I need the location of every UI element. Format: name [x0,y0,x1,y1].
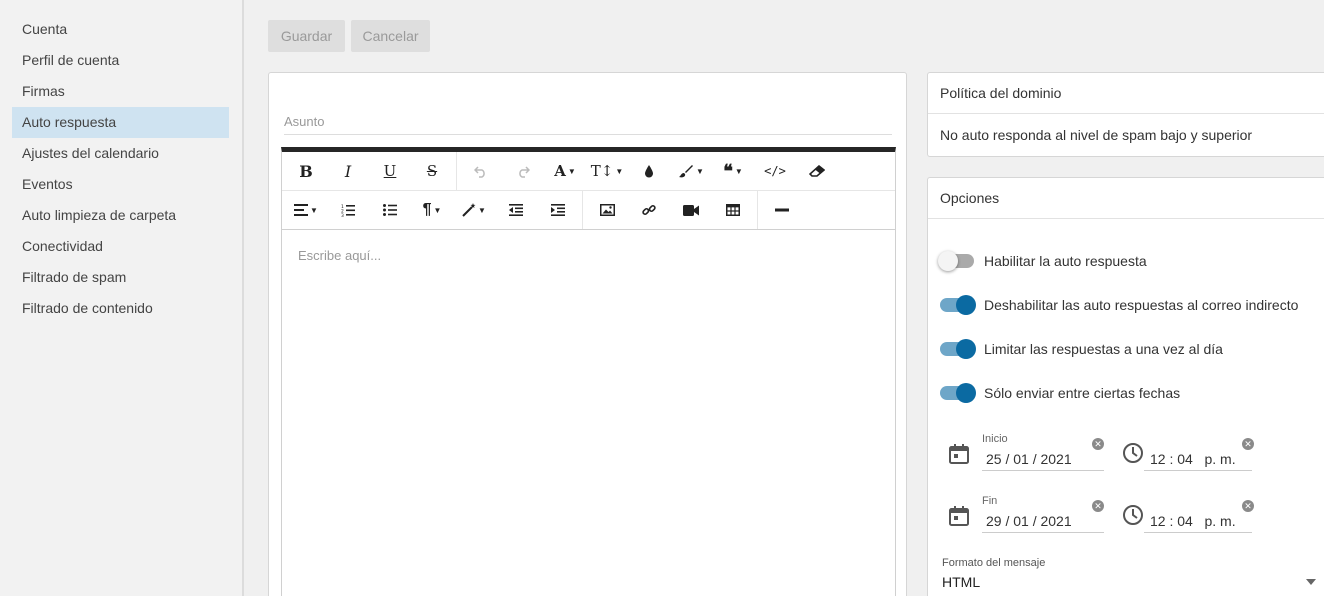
toolbar-separator [582,191,583,229]
ordered-list-icon[interactable]: 123 [327,193,369,227]
strikethrough-icon[interactable]: S [411,154,453,188]
sidebar-item-auto-respuesta[interactable]: Auto respuesta [12,107,229,138]
sidebar-item-cuenta[interactable]: Cuenta [12,14,229,45]
link-icon[interactable] [628,193,670,227]
start-label: Inicio [982,433,1008,445]
svg-text:3: 3 [341,213,344,217]
end-time-input[interactable]: 12 : 04 p. m. [1144,509,1252,533]
underline-icon[interactable]: U [369,154,411,188]
unordered-list-icon[interactable] [369,193,411,227]
subject-input[interactable]: Asunto [284,111,892,135]
color-icon[interactable] [628,154,670,188]
editor-toolbar-row-1: B I U S A ▼ T↕ ▼ ▼ ❝ ▼ </> [282,152,895,191]
align-icon[interactable]: ▼ [285,193,327,227]
options-panel: Opciones Habilitar la auto respuesta Des… [927,177,1324,596]
toolbar-separator [757,191,758,229]
undo-icon[interactable] [460,154,502,188]
toolbar-separator [456,152,457,190]
sidebar-item-filtrado-de-contenido[interactable]: Filtrado de contenido [12,293,229,324]
clear-end-time-icon[interactable]: ✕ [1242,500,1254,512]
magic-wand-icon[interactable]: ▼ [453,193,495,227]
toggle-switch[interactable] [940,339,976,359]
brush-icon[interactable]: ▼ [670,154,712,188]
sidebar-item-ajustes-del-calendario[interactable]: Ajustes del calendario [12,138,229,169]
chevron-down-icon [1306,579,1316,585]
sidebar-nav: Cuenta Perfil de cuenta Firmas Auto resp… [12,14,229,324]
sidebar-item-eventos[interactable]: Eventos [12,169,229,200]
message-format-value: HTML [942,574,981,590]
start-date-input[interactable]: 25 / 01 / 2021 [982,447,1104,471]
calendar-icon[interactable] [948,505,970,527]
cancel-button[interactable]: Cancelar [351,20,430,52]
toggle-disable-indirect[interactable]: Deshabilitar las auto respuestas al corr… [940,293,1298,317]
domain-policy-text: No auto responda al nivel de spam bajo y… [940,127,1253,143]
toggle-date-range[interactable]: Sólo enviar entre ciertas fechas [940,381,1180,405]
quote-icon[interactable]: ❝ ▼ [712,154,754,188]
save-button[interactable]: Guardar [268,20,345,52]
domain-policy-title: Política del dominio [928,73,1324,114]
start-time-input[interactable]: 12 : 04 p. m. [1144,447,1252,471]
toggle-switch[interactable] [940,383,976,403]
toggle-label: Limitar las respuestas a una vez al día [984,341,1223,357]
toggle-limit-once-per-day[interactable]: Limitar las respuestas a una vez al día [940,337,1223,361]
toggle-label: Sólo enviar entre ciertas fechas [984,385,1181,401]
bold-icon[interactable]: B [285,154,327,188]
clear-start-date-icon[interactable]: ✕ [1092,438,1104,450]
italic-icon[interactable]: I [327,154,369,188]
clear-end-date-icon[interactable]: ✕ [1092,500,1104,512]
toggle-label: Deshabilitar las auto respuestas al corr… [984,297,1299,313]
paragraph-icon[interactable]: ¶ ▼ [411,193,453,227]
end-date-input[interactable]: 29 / 01 / 2021 [982,509,1104,533]
domain-policy-panel: Política del dominio No auto responda al… [927,72,1324,157]
editor-toolbar-row-2: ▼ 123 ¶ ▼ ▼ [282,191,895,230]
rich-text-editor: B I U S A ▼ T↕ ▼ ▼ ❝ ▼ </> ▼ 1 2 3 ¶ ▼ ▼… [281,147,896,596]
indent-icon[interactable] [537,193,579,227]
video-icon[interactable] [670,193,712,227]
message-format-label: Formato del mensaje [942,557,1046,569]
settings-sidebar: Cuenta Perfil de cuenta Firmas Auto resp… [0,0,244,596]
message-editor-card: Asunto B I U S A ▼ T↕ ▼ ▼ ❝ ▼ </> ▼ 1 2 … [268,72,907,596]
font-size-icon[interactable]: T↕ ▼ [586,154,628,188]
horizontal-rule-icon[interactable] [761,193,803,227]
toggle-switch[interactable] [940,295,976,315]
main-content: Guardar Cancelar Asunto B I U S A▼ T↕▼ [246,0,1324,596]
table-icon[interactable] [712,193,754,227]
editor-body-placeholder[interactable]: Escribe aquí... [298,248,381,263]
clock-icon[interactable] [1122,442,1144,464]
sidebar-item-perfil-de-cuenta[interactable]: Perfil de cuenta [12,45,229,76]
font-family-icon[interactable]: A ▼ [544,154,586,188]
image-icon[interactable] [586,193,628,227]
eraser-icon[interactable] [796,154,838,188]
message-format-select[interactable]: HTML [942,570,1316,594]
code-view-icon[interactable]: </> [754,154,796,188]
options-title: Opciones [928,178,1324,219]
outdent-icon[interactable] [495,193,537,227]
sidebar-item-conectividad[interactable]: Conectividad [12,231,229,262]
end-label: Fin [982,495,998,507]
calendar-icon[interactable] [948,443,970,465]
sidebar-item-firmas[interactable]: Firmas [12,76,229,107]
sidebar-item-auto-limpieza[interactable]: Auto limpieza de carpeta [12,200,229,231]
toggle-enable-auto-reply[interactable]: Habilitar la auto respuesta [938,249,1147,273]
clear-start-time-icon[interactable]: ✕ [1242,438,1254,450]
toggle-label: Habilitar la auto respuesta [984,253,1147,269]
clock-icon[interactable] [1122,504,1144,526]
toggle-switch[interactable] [938,251,974,271]
redo-icon[interactable] [502,154,544,188]
sidebar-item-filtrado-de-spam[interactable]: Filtrado de spam [12,262,229,293]
